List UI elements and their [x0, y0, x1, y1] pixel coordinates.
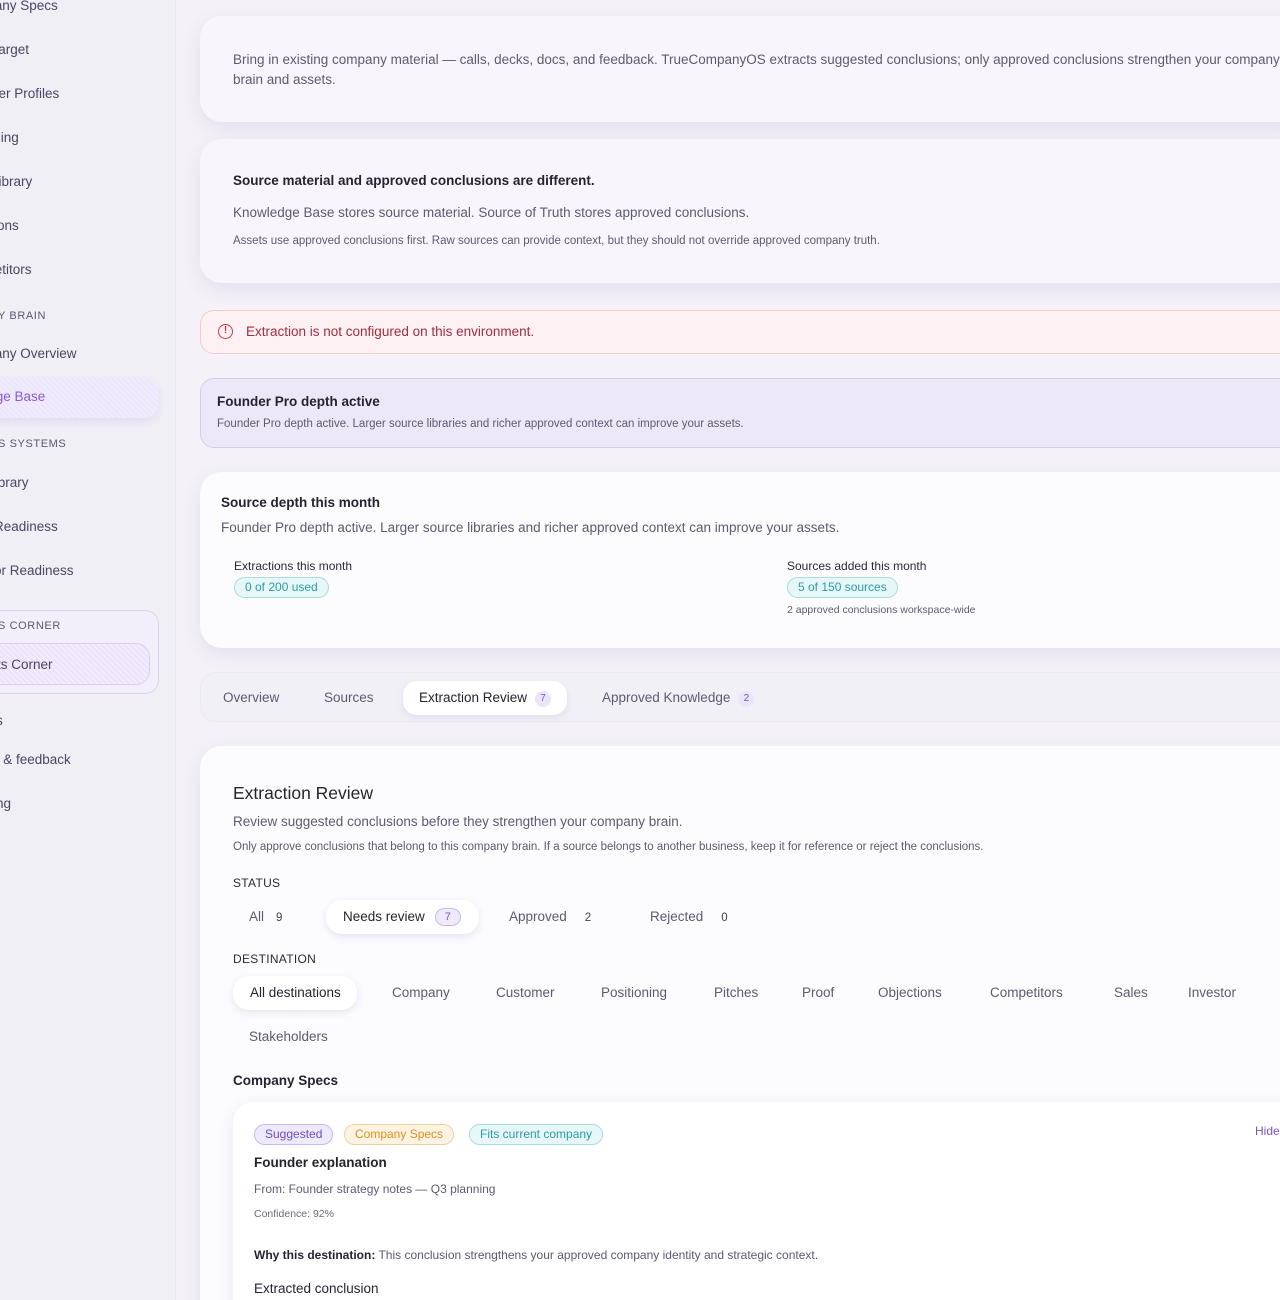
metric-extractions-label: Extractions this month — [234, 559, 353, 573]
conclusion-source: From: Founder strategy notes — Q3 planni… — [254, 1182, 496, 1196]
metric-sources-sub: 2 approved conclusions workspace-wide — [787, 604, 976, 616]
metric-sources-value: 5 of 150 sources — [787, 577, 898, 598]
sidebar-item-company-overview[interactable]: mpany Overview — [0, 346, 77, 361]
review-title: Extraction Review — [233, 783, 374, 803]
sidebar-item-knowledge-base[interactable]: wledge Base — [0, 378, 158, 418]
source-depth-text: Founder Pro depth active. Larger source … — [221, 520, 840, 535]
chip-label: Rejected — [650, 909, 704, 924]
intro-card: Bring in existing company material — cal… — [200, 16, 1280, 122]
destination-company[interactable]: Company — [392, 976, 450, 1010]
section-company-specs: Company Specs — [233, 1073, 339, 1088]
conclusion-card: Suggested Company Specs Fits current com… — [233, 1102, 1280, 1300]
status-filter-approved[interactable]: Approved 2 — [493, 900, 607, 934]
metric-extractions: Extractions this month 0 of 200 used — [221, 550, 761, 622]
sidebar-item-investor-readiness[interactable]: estor Readiness — [0, 563, 74, 578]
tab-count-badge: 7 — [535, 691, 552, 707]
chip-count: 2 — [584, 912, 592, 924]
sidebar-item-objections[interactable]: ections — [0, 218, 19, 233]
chip-count: 0 — [721, 912, 728, 924]
tab-label: Approved Knowledge — [602, 690, 731, 705]
destination-customer[interactable]: Customer — [496, 976, 555, 1010]
category-badge: Company Specs — [344, 1124, 455, 1145]
tab-count-badge: 2 — [738, 691, 755, 707]
status-filter-all[interactable]: All 9 — [233, 900, 298, 934]
extraction-review-card: Extraction Review Review suggested concl… — [200, 746, 1280, 1300]
status-group-label: STATUS — [233, 876, 281, 890]
destination-positioning[interactable]: Positioning — [601, 976, 667, 1010]
sidebar: mpany Specs rp Target tomer Profiles iti… — [0, 0, 176, 1300]
destination-investor[interactable]: Investor — [1188, 976, 1236, 1010]
sidebar-item-competitors[interactable]: mpetitors — [0, 262, 32, 277]
destination-objections[interactable]: Objections — [878, 976, 942, 1010]
chip-count-badge: 7 — [434, 908, 461, 926]
destination-proof[interactable]: Proof — [802, 976, 834, 1010]
source-depth-title: Source depth this month — [221, 495, 381, 510]
extraction-alert: ! Extraction is not configured on this e… — [200, 310, 1280, 354]
destination-all[interactable]: All destinations — [233, 976, 357, 1010]
sidebar-item-positioning[interactable]: itioning — [0, 130, 19, 145]
metric-extractions-value: 0 of 200 used — [234, 577, 329, 598]
source-truth-line2: Assets use approved conclusions first. R… — [233, 235, 880, 247]
sidebar-item-assets-corner-label: ssets Corner — [0, 657, 53, 672]
tab-overview[interactable]: Overview — [223, 681, 279, 715]
review-desc: Review suggested conclusions before they… — [233, 814, 683, 829]
destination-competitors[interactable]: Competitors — [990, 976, 1063, 1010]
sidebar-item-customer-profiles[interactable]: tomer Profiles — [0, 86, 59, 101]
source-truth-card: Source material and approved conclusions… — [200, 139, 1280, 283]
sidebar-item-label: wledge Base — [0, 389, 46, 404]
destination-pitches[interactable]: Pitches — [714, 976, 758, 1010]
sidebar-item-sales-readiness[interactable]: es Readiness — [0, 519, 58, 534]
tab-approved-knowledge[interactable]: Approved Knowledge 2 — [602, 681, 755, 715]
knowledge-tabs: Overview Sources Extraction Review 7 Appr… — [200, 672, 1280, 722]
source-depth-card: Source depth this month Founder Pro dept… — [200, 472, 1280, 648]
status-filter-needs-review[interactable]: Needs review 7 — [326, 900, 479, 934]
tab-extraction-review[interactable]: Extraction Review 7 — [403, 681, 568, 715]
tier-title: Founder Pro depth active — [217, 394, 380, 409]
sidebar-section-corner: S CORNER — [0, 620, 61, 632]
destination-stakeholders[interactable]: Stakeholders — [249, 1020, 328, 1054]
hide-button[interactable]: Hide — [1255, 1124, 1280, 1138]
source-truth-title: Source material and approved conclusions… — [233, 173, 595, 188]
tab-label: Extraction Review — [419, 690, 528, 705]
sidebar-item-settings[interactable]: ng — [0, 796, 11, 811]
tab-sources[interactable]: Sources — [324, 681, 374, 715]
tier-notice: Founder Pro depth active Founder Pro dep… — [200, 378, 1280, 448]
metric-sources-label: Sources added this month — [787, 559, 927, 573]
tab-label: Overview — [223, 690, 280, 705]
sidebar-section-systems: S SYSTEMS — [0, 438, 67, 450]
alert-circle-icon: ! — [218, 324, 233, 339]
extracted-conclusion-label: Extracted conclusion — [254, 1281, 379, 1296]
tab-label: Sources — [324, 690, 374, 705]
sidebar-item-help-feedback[interactable]: p & feedback — [0, 752, 71, 767]
chip-label: All — [249, 909, 265, 924]
alert-text: Extraction is not configured on this env… — [246, 324, 535, 339]
conclusion-why: Why this destination: This conclusion st… — [254, 1248, 818, 1262]
metric-sources: Sources added this month 5 of 150 source… — [774, 550, 1280, 622]
review-note: Only approve conclusions that belong to … — [233, 841, 984, 853]
sidebar-item-pitch-library[interactable]: h Library — [0, 475, 29, 490]
sidebar-item-target[interactable]: rp Target — [0, 42, 29, 57]
sidebar-section-brain: Y BRAIN — [0, 310, 47, 322]
status-badge: Suggested — [254, 1124, 334, 1145]
destination-group-label: DESTINATION — [233, 952, 317, 966]
chip-label: Needs review — [343, 909, 425, 924]
conclusion-confidence: Confidence: 92% — [254, 1208, 334, 1220]
sidebar-item-bottom-1[interactable]: s — [0, 713, 3, 728]
tier-text: Founder Pro depth active. Larger source … — [217, 418, 744, 430]
why-text: This conclusion strengthens your approve… — [375, 1248, 819, 1262]
destination-sales[interactable]: Sales — [1114, 976, 1148, 1010]
chip-label: Approved — [509, 909, 567, 924]
chip-count: 9 — [276, 912, 283, 924]
intro-text: Bring in existing company material — cal… — [233, 52, 1280, 87]
source-truth-line1: Knowledge Base stores source material. S… — [233, 205, 750, 220]
conclusion-title: Founder explanation — [254, 1155, 387, 1170]
why-label: Why this destination: — [254, 1248, 376, 1262]
sidebar-item-company-specs[interactable]: mpany Specs — [0, 0, 58, 13]
fit-badge: Fits current company — [469, 1124, 604, 1145]
status-filter-rejected[interactable]: Rejected 0 — [634, 900, 744, 934]
sidebar-item-proof-library[interactable]: of Library — [0, 174, 32, 189]
